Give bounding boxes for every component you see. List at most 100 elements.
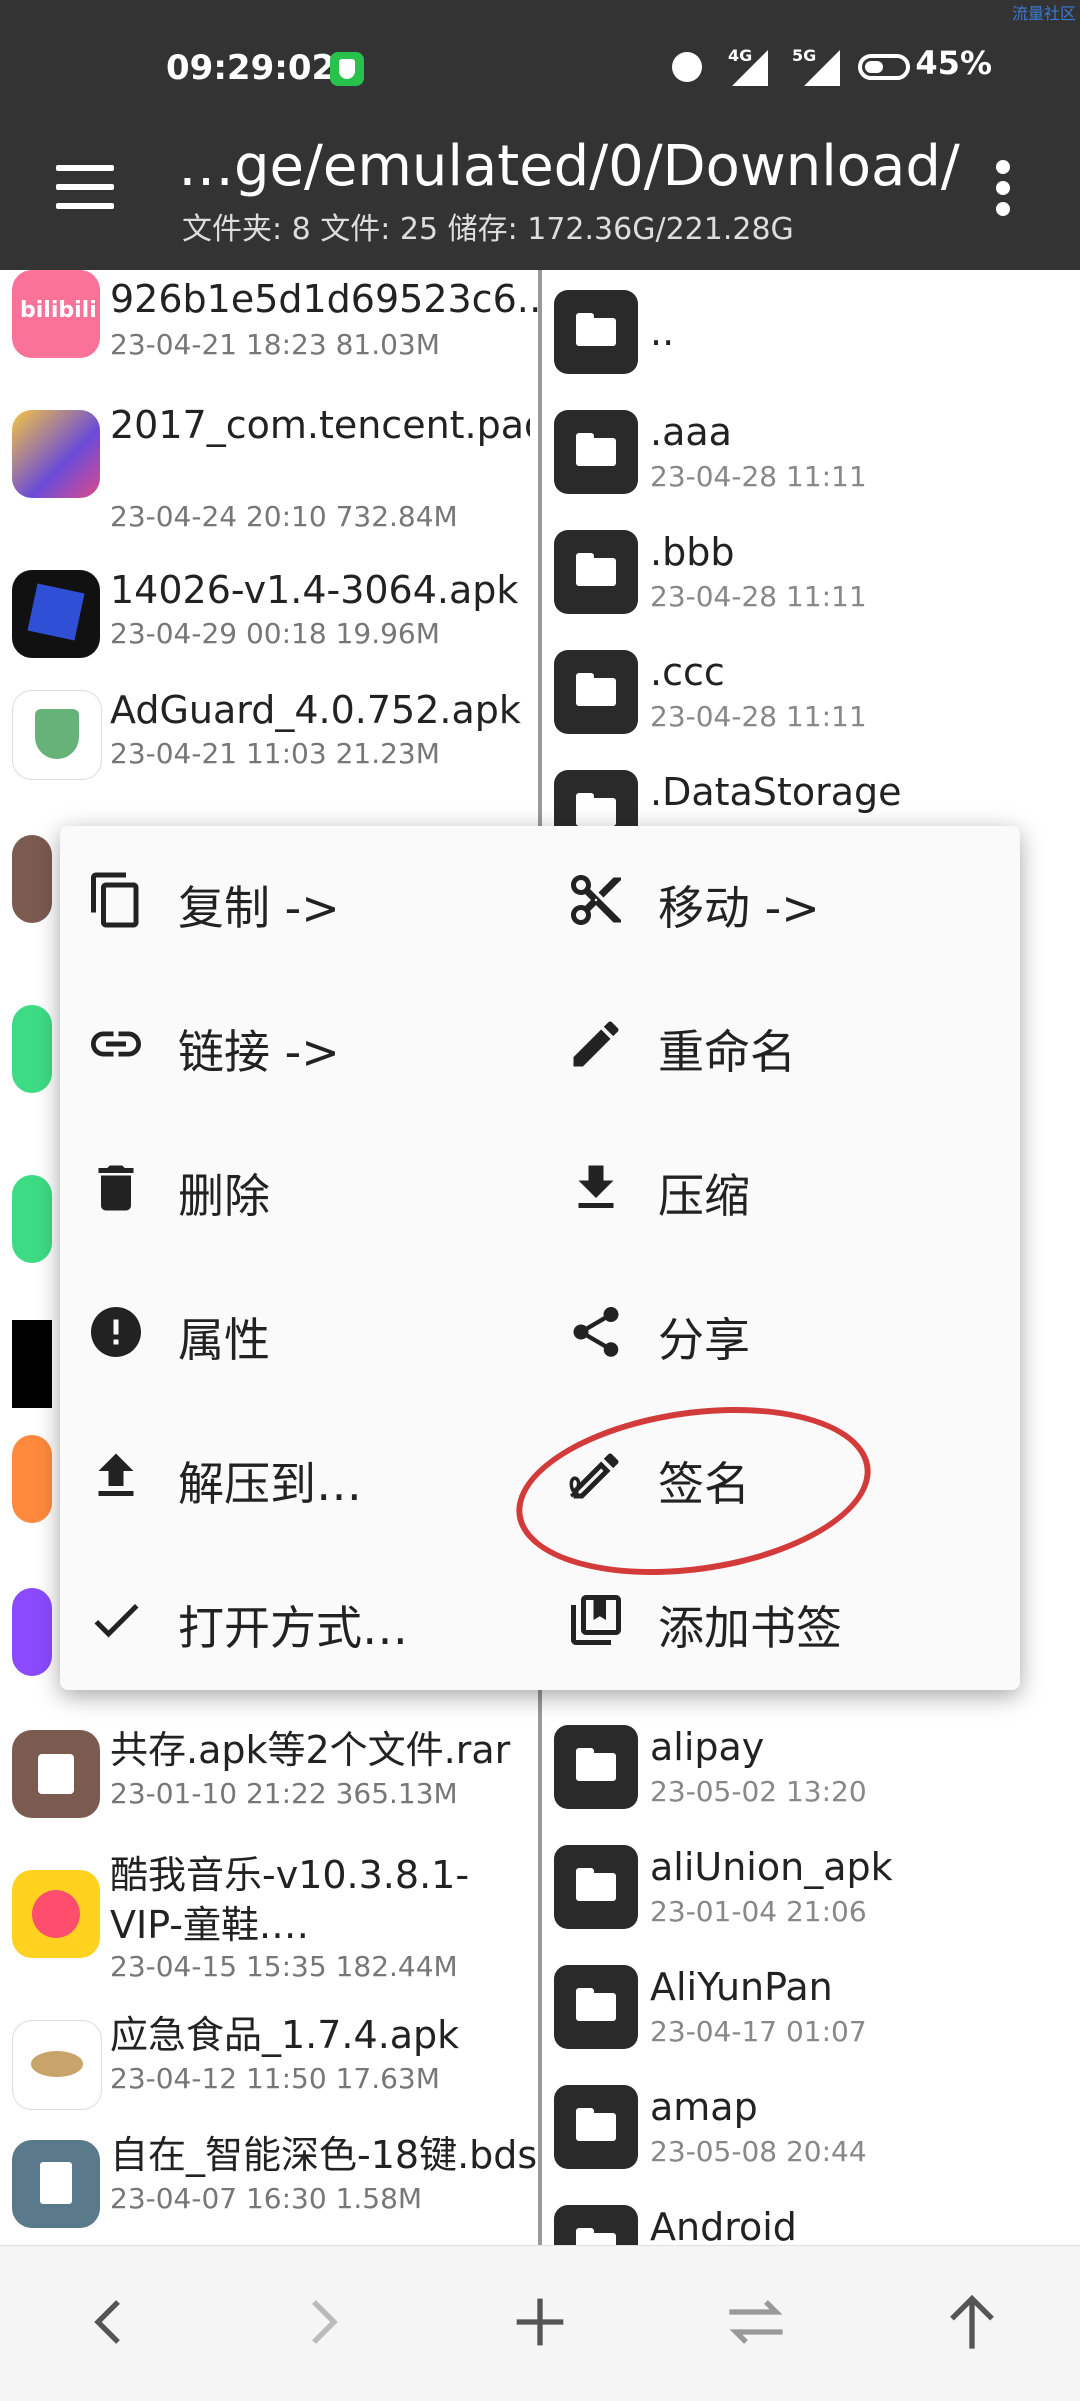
emergency-food-icon — [12, 2020, 102, 2110]
security-shield-icon — [330, 52, 364, 86]
share-icon — [573, 1307, 619, 1357]
alarm-clock-icon — [672, 52, 702, 82]
add-plus-icon[interactable] — [500, 2282, 580, 2362]
swap-panes-icon[interactable] — [716, 2282, 796, 2362]
txvlog-app-icon — [12, 1435, 52, 1523]
menu-rename[interactable]: 重命名 — [540, 970, 1000, 1114]
kuwo-music-icon — [12, 1870, 100, 1958]
trash-icon — [98, 1165, 134, 1211]
file-row[interactable]: 酷我音乐-v10.3.8.1-VIP-童鞋.… 23-04-15 15:35 1… — [0, 1850, 538, 1985]
file-name: 2017_com.tencent.pao_h2616158_1.0.106.0_… — [110, 403, 530, 447]
check-icon — [94, 1603, 139, 1638]
bbs-app-icon — [12, 1588, 52, 1676]
folder-name: AliYunPan — [650, 1965, 833, 2009]
menu-delete[interactable]: 删除 — [60, 1114, 520, 1258]
file-row[interactable]: 自在_智能深色-18键.bds 23-04-07 16:30 1.58M — [0, 2130, 538, 2240]
menu-copy[interactable]: 复制 -> — [60, 826, 520, 970]
file-meta: 23-04-21 11:03 21.23M — [110, 737, 440, 770]
file-meta: 23-04-21 18:23 81.03M — [110, 328, 440, 361]
file-row[interactable]: 14026-v1.4-3064.apk 23-04-29 00:18 19.96… — [0, 565, 538, 675]
menu-label: 分享 — [658, 1313, 750, 1367]
file-meta: 23-04-29 00:18 19.96M — [110, 617, 440, 650]
menu-open-with[interactable]: 打开方式… — [60, 1546, 520, 1690]
bottom-toolbar — [0, 2245, 1080, 2401]
file-row[interactable]: 应急食品_1.7.4.apk 23-04-12 11:50 17.63M — [0, 2010, 538, 2120]
folder-icon — [554, 2085, 638, 2169]
overflow-menu-icon[interactable] — [996, 160, 1010, 216]
folder-summary: 文件夹: 8 文件: 25 储存: 172.36G/221.28G — [182, 212, 794, 247]
android-app-icon — [12, 1005, 52, 1093]
status-time: 09:29:02 — [166, 48, 336, 88]
folder-icon — [554, 1725, 638, 1809]
folder-name: .ccc — [650, 650, 725, 694]
file-meta: 23-04-24 20:10 732.84M — [110, 500, 458, 533]
back-arrow-icon[interactable] — [68, 2282, 148, 2362]
up-arrow-icon[interactable] — [932, 2282, 1012, 2362]
menu-share[interactable]: 分享 — [540, 1258, 1000, 1402]
signal-5g-icon — [804, 50, 840, 86]
folder-meta: 23-04-17 01:07 — [650, 2015, 867, 2048]
file-name: 926b1e5d1d69523c6.… — [110, 277, 538, 321]
folder-meta: 23-05-08 20:44 — [650, 2135, 867, 2168]
forward-arrow-icon[interactable] — [284, 2282, 364, 2362]
cube-app-icon — [12, 570, 100, 658]
link-icon — [91, 1031, 141, 1057]
folder-name: amap — [650, 2085, 758, 2129]
battery-icon — [858, 54, 910, 80]
menu-extract[interactable]: 解压到… — [60, 1402, 520, 1546]
folder-meta: 23-04-28 11:11 — [650, 580, 867, 613]
upload-extract-icon — [98, 1453, 134, 1496]
bilibili-icon: bilibili — [12, 270, 100, 358]
folder-row[interactable]: Android — [554, 2205, 1074, 2245]
folder-row[interactable]: .aaa 23-04-28 11:11 — [554, 410, 1074, 510]
folder-row-parent[interactable]: .. — [554, 290, 1074, 390]
pencil-icon — [573, 1021, 619, 1067]
folder-name: Android — [650, 2205, 797, 2245]
folder-icon — [554, 410, 638, 494]
adguard-shield-icon — [12, 690, 102, 780]
folder-row[interactable]: alipay 23-05-02 13:20 — [554, 1725, 1074, 1825]
folder-meta: 23-04-28 11:11 — [650, 460, 867, 493]
menu-label: 解压到… — [178, 1457, 362, 1511]
folder-icon — [554, 650, 638, 734]
menu-compress[interactable]: 压缩 — [540, 1114, 1000, 1258]
folder-row[interactable]: .bbb 23-04-28 11:11 — [554, 530, 1074, 630]
menu-properties[interactable]: 属性 — [60, 1258, 520, 1402]
file-name: 酷我音乐-v10.3.8.1-VIP-童鞋.… — [110, 1853, 470, 1947]
menu-hamburger-icon[interactable] — [56, 165, 114, 209]
file-row[interactable]: 共存.apk等2个文件.rar 23-01-10 21:22 365.13M — [0, 1725, 538, 1835]
folder-name: .. — [650, 310, 675, 354]
signal-4g-icon — [732, 50, 768, 86]
folder-name: .DataStorage — [650, 770, 902, 814]
folder-row[interactable]: amap 23-05-08 20:44 — [554, 2085, 1074, 2185]
menu-label: 添加书签 — [658, 1601, 842, 1655]
file-row[interactable]: 2017_com.tencent.pao_h2616158_1.0.106.0_… — [0, 400, 538, 533]
file-name: 自在_智能深色-18键.bds — [110, 2133, 538, 2177]
menu-label: 删除 — [178, 1169, 270, 1223]
folder-row[interactable]: aliUnion_apk 23-01-04 21:06 — [554, 1845, 1074, 1945]
corner-watermark-label: 流量社区 — [1011, 4, 1076, 23]
file-row[interactable]: AdGuard_4.0.752.apk 23-04-21 11:03 21.23… — [0, 685, 538, 795]
cut-icon — [571, 875, 621, 925]
folder-row[interactable]: AliYunPan 23-04-17 01:07 — [554, 1965, 1074, 2065]
game-app-icon — [12, 410, 100, 498]
folder-name: .aaa — [650, 410, 732, 454]
archive-icon — [12, 835, 52, 923]
context-menu: 复制 -> 移动 -> 链接 -> 重命名 删除 压缩 属性 分享 解压到… 签… — [60, 826, 1020, 1690]
folder-name: aliUnion_apk — [650, 1845, 893, 1889]
folder-icon — [554, 2205, 638, 2245]
file-row[interactable]: bilibili 926b1e5d1d69523c6.… 23-04-21 18… — [0, 270, 538, 380]
document-icon — [12, 2140, 100, 2228]
folder-name: .bbb — [650, 530, 735, 574]
folder-row[interactable]: .ccc 23-04-28 11:11 — [554, 650, 1074, 750]
menu-move[interactable]: 移动 -> — [540, 826, 1000, 970]
file-meta: 23-04-07 16:30 1.58M — [110, 2182, 423, 2215]
menu-label: 压缩 — [658, 1169, 750, 1223]
menu-label: 属性 — [178, 1313, 270, 1367]
file-name: AdGuard_4.0.752.apk — [110, 688, 521, 732]
path-title: …ge/emulated/0/Download/ — [178, 134, 960, 199]
download-compress-icon — [578, 1165, 614, 1208]
folder-icon — [554, 530, 638, 614]
folder-meta: 23-01-04 21:06 — [650, 1895, 867, 1928]
menu-link[interactable]: 链接 -> — [60, 970, 520, 1114]
